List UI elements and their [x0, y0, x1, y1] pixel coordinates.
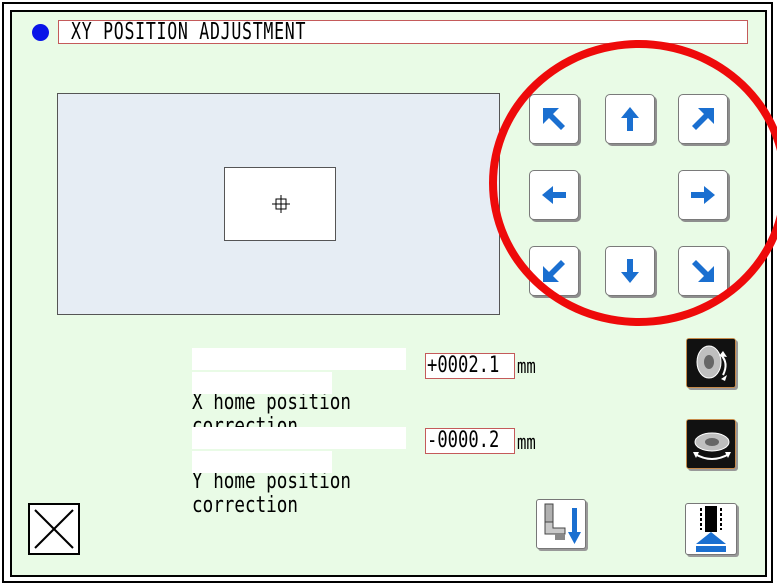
position-preview-window	[224, 167, 336, 241]
status-dot-icon	[32, 24, 49, 41]
cancel-button[interactable]	[28, 503, 80, 555]
x-adjust-dial-button[interactable]	[686, 338, 736, 388]
dial-x-adjust-icon	[687, 339, 735, 387]
crosshair-icon	[272, 195, 290, 213]
y-adjust-dial-button[interactable]	[686, 419, 736, 469]
close-x-icon	[34, 509, 74, 549]
feed-up-button[interactable]	[685, 503, 737, 555]
x-correction-label-line1: X home position	[192, 348, 406, 414]
x-correction-unit: mm	[517, 354, 536, 378]
x-correction-value[interactable]: +0002.1	[425, 353, 515, 379]
presser-foot-down-button[interactable]	[536, 499, 586, 549]
presser-foot-down-icon	[544, 503, 581, 544]
y-correction-value[interactable]: -0000.2	[425, 428, 515, 454]
position-preview	[57, 93, 500, 315]
y-correction-label-line1: Y home position	[192, 427, 406, 493]
page-title: XY POSITION ADJUSTMENT	[71, 19, 307, 45]
dial-y-adjust-icon	[687, 420, 735, 468]
y-correction-label-line2: correction	[192, 451, 332, 517]
highlight-circle	[489, 40, 777, 326]
x-correction-label-line2: correction	[192, 372, 332, 438]
feed-up-icon	[696, 506, 726, 552]
y-correction-unit: mm	[517, 430, 536, 454]
